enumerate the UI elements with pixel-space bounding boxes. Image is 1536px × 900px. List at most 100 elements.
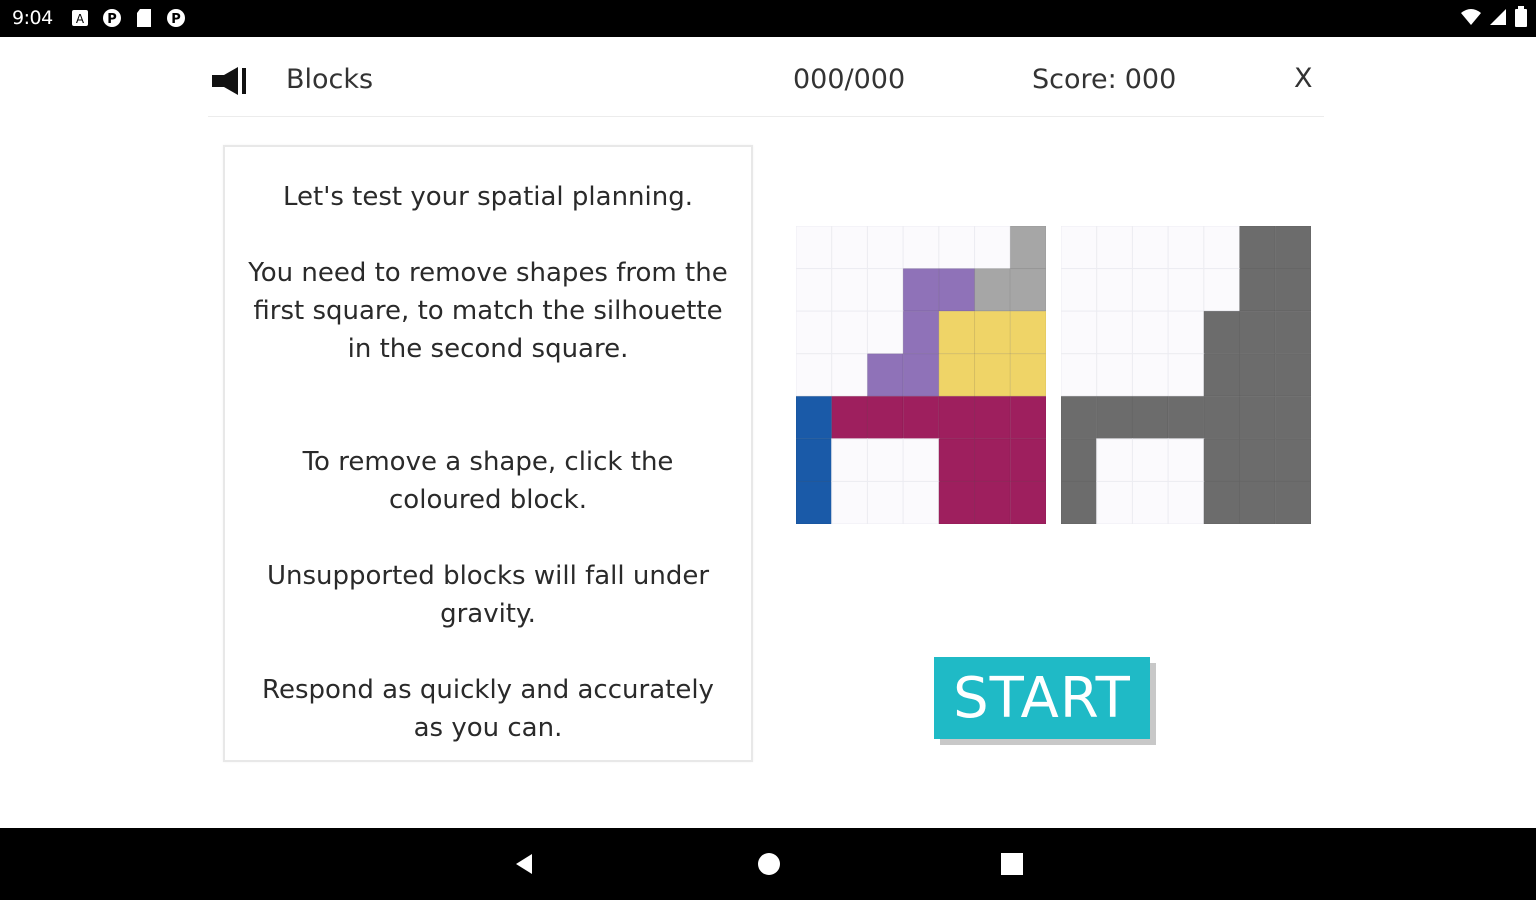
empty-cell <box>1167 268 1205 312</box>
empty-cell <box>866 268 904 312</box>
magenta-block-cell[interactable] <box>938 395 976 440</box>
empty-cell <box>1167 310 1205 355</box>
instructions-panel: Let's test your spatial planning. You ne… <box>223 145 753 762</box>
p-circle-icon: P <box>166 8 186 28</box>
empty-cell <box>1131 226 1169 270</box>
magenta-block-cell[interactable] <box>974 438 1011 482</box>
empty-cell <box>831 226 868 270</box>
svg-text:P: P <box>107 12 117 27</box>
magenta-block-cell[interactable] <box>1009 480 1046 524</box>
silhouette-cell <box>1239 480 1276 524</box>
yellow-block-cell[interactable] <box>974 353 1011 397</box>
empty-cell <box>831 353 868 397</box>
purple-block-cell[interactable] <box>902 353 940 397</box>
silhouette-cell <box>1274 395 1311 440</box>
magenta-block-cell[interactable] <box>831 395 868 440</box>
source-grid-canvas[interactable] <box>796 226 1046 524</box>
grey-block-cell[interactable] <box>974 268 1011 312</box>
silhouette-cell <box>1096 395 1133 440</box>
empty-cell <box>1131 353 1169 397</box>
purple-block-cell[interactable] <box>866 353 904 397</box>
empty-cell <box>1096 310 1133 355</box>
instruction-text: Respond as quickly and accurately as you… <box>262 675 714 743</box>
blue-block-cell[interactable] <box>796 395 833 440</box>
magenta-block-cell[interactable] <box>938 480 976 524</box>
home-icon[interactable] <box>757 852 781 880</box>
empty-cell <box>1096 268 1133 312</box>
purple-block-cell[interactable] <box>938 268 976 312</box>
empty-cell <box>1167 480 1205 524</box>
yellow-block-cell[interactable] <box>938 353 976 397</box>
silhouette-cell <box>1239 353 1276 397</box>
blue-block-cell[interactable] <box>796 438 833 482</box>
status-right-icons <box>1460 6 1528 32</box>
silhouette-cell <box>1203 395 1241 440</box>
silhouette-cell <box>1061 395 1098 440</box>
magenta-block-cell[interactable] <box>974 395 1011 440</box>
grey-block-cell[interactable] <box>1009 226 1046 270</box>
empty-cell <box>1131 480 1169 524</box>
silhouette-cell <box>1274 268 1311 312</box>
empty-cell <box>1203 226 1241 270</box>
purple-block-cell[interactable] <box>902 310 940 355</box>
magenta-block-cell[interactable] <box>866 395 904 440</box>
silhouette-cell <box>1239 310 1276 355</box>
status-time: 9:04 <box>12 7 53 29</box>
a-box-icon: A <box>70 8 90 28</box>
instruction-text: Unsupported blocks will fall under gravi… <box>266 561 710 629</box>
empty-cell <box>1096 480 1133 524</box>
battery-icon <box>1514 6 1528 32</box>
navigation-bar <box>0 828 1536 900</box>
empty-cell <box>1167 438 1205 482</box>
yellow-block-cell[interactable] <box>1009 353 1046 397</box>
score-value: 000 <box>1124 64 1177 95</box>
empty-cell <box>938 226 976 270</box>
trial-counter: 000/000 <box>793 64 906 95</box>
empty-cell <box>902 226 940 270</box>
empty-cell <box>1203 268 1241 312</box>
app-title: Blocks <box>286 64 374 95</box>
magenta-block-cell[interactable] <box>902 395 940 440</box>
yellow-block-cell[interactable] <box>938 310 976 355</box>
purple-block-cell[interactable] <box>902 268 940 312</box>
magenta-block-cell[interactable] <box>1009 438 1046 482</box>
empty-cell <box>1061 226 1098 270</box>
silhouette-cell <box>1239 268 1276 312</box>
speaker-icon[interactable] <box>210 64 250 98</box>
yellow-block-cell[interactable] <box>1009 310 1046 355</box>
magenta-block-cell[interactable] <box>974 480 1011 524</box>
close-button[interactable]: X <box>1294 63 1313 94</box>
target-grid-canvas <box>1061 226 1311 524</box>
empty-cell <box>1131 268 1169 312</box>
sd-card-icon <box>134 8 154 28</box>
instruction-text: You need to remove shapes from the first… <box>248 258 728 364</box>
target-silhouette-grid <box>1061 226 1311 524</box>
silhouette-cell <box>1274 226 1311 270</box>
score-display: Score: 000 <box>1032 64 1176 95</box>
empty-cell <box>1096 353 1133 397</box>
source-grid[interactable] <box>796 226 1046 524</box>
recent-apps-icon[interactable] <box>1000 852 1024 880</box>
silhouette-cell <box>1239 438 1276 482</box>
yellow-block-cell[interactable] <box>974 310 1011 355</box>
magenta-block-cell[interactable] <box>1009 395 1046 440</box>
empty-cell <box>866 480 904 524</box>
silhouette-cell <box>1061 438 1098 482</box>
empty-cell <box>796 268 833 312</box>
blue-block-cell[interactable] <box>796 480 833 524</box>
empty-cell <box>831 268 868 312</box>
empty-cell <box>1061 310 1098 355</box>
back-icon[interactable] <box>512 852 536 880</box>
empty-cell <box>1131 310 1169 355</box>
silhouette-cell <box>1274 480 1311 524</box>
empty-cell <box>866 226 904 270</box>
magenta-block-cell[interactable] <box>938 438 976 482</box>
game-header: Blocks 000/000 Score: 000 X <box>208 58 1324 117</box>
empty-cell <box>831 310 868 355</box>
start-button[interactable]: START <box>934 657 1150 739</box>
grey-block-cell[interactable] <box>1009 268 1046 312</box>
empty-cell <box>866 438 904 482</box>
silhouette-cell <box>1167 395 1205 440</box>
empty-cell <box>1167 353 1205 397</box>
empty-cell <box>1096 438 1133 482</box>
